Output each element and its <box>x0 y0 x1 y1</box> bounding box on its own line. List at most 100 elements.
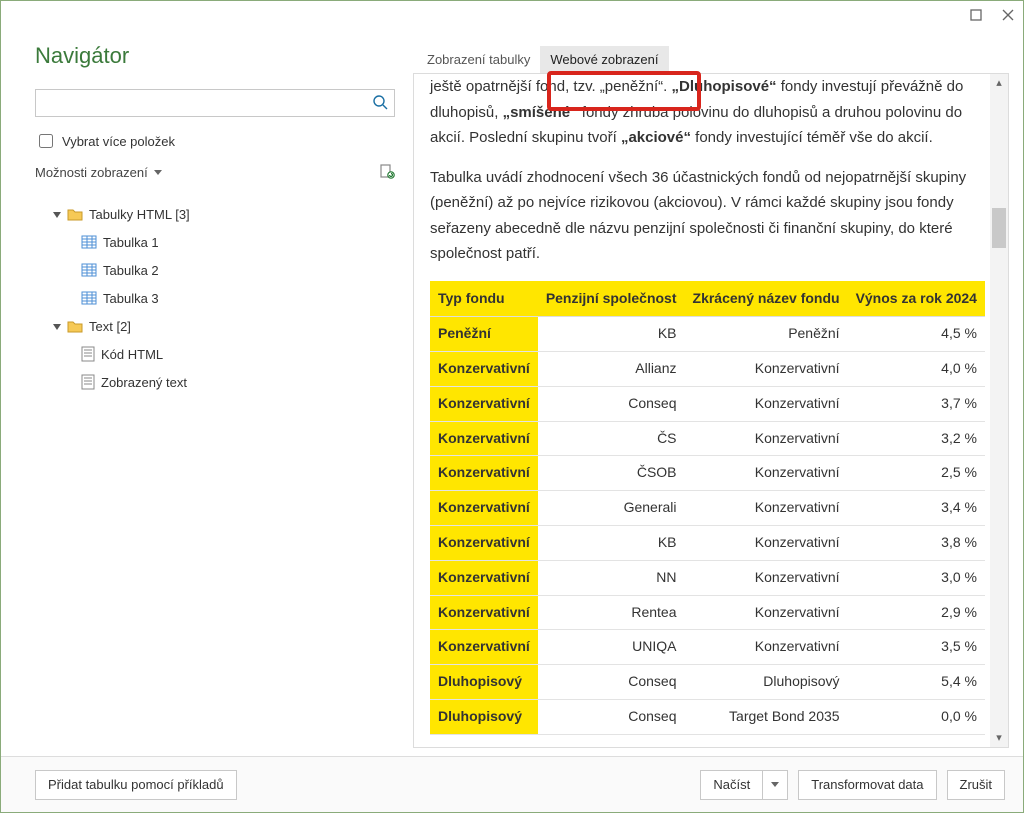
scroll-thumb[interactable] <box>992 208 1006 248</box>
search-input-wrap[interactable] <box>35 89 395 117</box>
tree-group-text[interactable]: Text [2] <box>35 312 395 340</box>
tab-table-view[interactable]: Zobrazení tabulky <box>417 46 540 73</box>
table-row: KonzervativníKBKonzervativní3,8 % <box>430 526 985 561</box>
tree-group-html-tables[interactable]: Tabulky HTML [3] <box>35 200 395 228</box>
table-cell: Dluhopisový <box>430 665 538 700</box>
table-cell: Allianz <box>538 352 685 387</box>
tree-label: Tabulka 3 <box>103 291 159 306</box>
col-zkraceny-nazev: Zkrácený název fondu <box>685 281 848 317</box>
text-bold: „smíšené“ <box>503 104 578 121</box>
navigator-title: Navigátor <box>35 43 395 69</box>
text-fragment: ještě opatrnější fond, tzv. „peněžní“. <box>430 78 672 95</box>
search-input[interactable] <box>44 95 372 112</box>
select-multiple-checkbox[interactable]: Vybrat více položek <box>35 131 395 151</box>
display-options-dropdown[interactable]: Možnosti zobrazení <box>35 165 162 180</box>
table-cell: Konzervativní <box>430 386 538 421</box>
cancel-button[interactable]: Zrušit <box>947 770 1006 800</box>
tab-web-view[interactable]: Webové zobrazení <box>540 46 668 73</box>
button-label: Transformovat data <box>811 777 923 792</box>
table-cell: 4,5 % <box>848 317 985 352</box>
display-options-label: Možnosti zobrazení <box>35 165 148 180</box>
text-bold: „akciové“ <box>621 129 691 146</box>
scroll-track[interactable] <box>990 90 1008 731</box>
table-cell: UNIQA <box>538 630 685 665</box>
vertical-scrollbar[interactable]: ▴ ▾ <box>990 74 1008 747</box>
button-label: Načíst <box>713 777 750 792</box>
table-cell: NN <box>538 560 685 595</box>
document-icon <box>81 346 95 362</box>
scroll-up-icon[interactable]: ▴ <box>996 76 1002 90</box>
table-cell: Konzervativní <box>430 421 538 456</box>
web-preview-content: ještě opatrnější fond, tzv. „peněžní“. „… <box>414 74 990 747</box>
tree-item-table3[interactable]: Tabulka 3 <box>35 284 395 312</box>
table-cell: 5,4 % <box>848 665 985 700</box>
table-cell: Konzervativní <box>685 526 848 561</box>
document-icon <box>81 374 95 390</box>
table-cell: Konzervativní <box>685 595 848 630</box>
table-cell: Konzervativní <box>685 491 848 526</box>
table-cell: ČS <box>538 421 685 456</box>
table-row: KonzervativníGeneraliKonzervativní3,4 % <box>430 491 985 526</box>
select-multiple-label: Vybrat více položek <box>62 134 175 149</box>
tree-label: Tabulka 1 <box>103 235 159 250</box>
table-row: DluhopisovýConseqDluhopisový5,4 % <box>430 665 985 700</box>
table-cell: 3,4 % <box>848 491 985 526</box>
table-cell: Konzervativní <box>430 526 538 561</box>
load-button[interactable]: Načíst <box>700 770 762 800</box>
window-titlebar <box>1 1 1023 29</box>
table-cell: Konzervativní <box>430 352 538 387</box>
load-split-button[interactable]: Načíst <box>700 770 788 800</box>
navigator-tree: Tabulky HTML [3] Tabulka 1 Tabulka 2 <box>35 200 395 396</box>
table-cell: 3,0 % <box>848 560 985 595</box>
table-row: KonzervativníNNKonzervativní3,0 % <box>430 560 985 595</box>
table-row: KonzervativníAllianzKonzervativní4,0 % <box>430 352 985 387</box>
dialog-footer: Přidat tabulku pomocí příkladů Načíst Tr… <box>1 756 1023 812</box>
tree-item-displayed-text[interactable]: Zobrazený text <box>35 368 395 396</box>
table-cell: Peněžní <box>430 317 538 352</box>
scroll-down-icon[interactable]: ▾ <box>996 731 1002 745</box>
tree-item-html-code[interactable]: Kód HTML <box>35 340 395 368</box>
tree-label: Text [2] <box>89 319 131 334</box>
collapse-icon <box>53 212 61 218</box>
add-table-by-examples-button[interactable]: Přidat tabulku pomocí příkladů <box>35 770 237 800</box>
text-bold: „Dluhopisové“ <box>672 78 777 95</box>
window-restore-button[interactable] <box>967 6 985 24</box>
table-cell: Konzervativní <box>685 560 848 595</box>
table-cell: KB <box>538 317 685 352</box>
table-cell: Konzervativní <box>430 456 538 491</box>
col-vynos: Výnos za rok 2024 <box>848 281 985 317</box>
chevron-down-icon <box>154 170 162 175</box>
select-multiple-input[interactable] <box>39 134 53 148</box>
table-icon <box>81 291 97 305</box>
tree-item-table1[interactable]: Tabulka 1 <box>35 228 395 256</box>
table-cell: 3,8 % <box>848 526 985 561</box>
table-cell: Konzervativní <box>685 630 848 665</box>
table-icon <box>81 235 97 249</box>
table-row: PeněžníKBPeněžní4,5 % <box>430 317 985 352</box>
table-row: DluhopisovýConseqTarget Bond 20350,0 % <box>430 700 985 735</box>
table-cell: Target Bond 2035 <box>685 700 848 735</box>
table-cell: 2,5 % <box>848 456 985 491</box>
tree-label: Zobrazený text <box>101 375 187 390</box>
table-cell: Dluhopisový <box>685 665 848 700</box>
table-cell: 3,2 % <box>848 421 985 456</box>
table-cell: Rentea <box>538 595 685 630</box>
load-dropdown-button[interactable] <box>762 770 788 800</box>
tree-item-table2[interactable]: Tabulka 2 <box>35 256 395 284</box>
table-cell: Peněžní <box>685 317 848 352</box>
col-penzijni-spolecnost: Penzijní společnost <box>538 281 685 317</box>
table-cell: Konzervativní <box>430 595 538 630</box>
preview-tabs: Zobrazení tabulky Webové zobrazení <box>413 39 1009 73</box>
table-cell: Conseq <box>538 386 685 421</box>
table-cell: 2,9 % <box>848 595 985 630</box>
window-close-button[interactable] <box>999 6 1017 24</box>
table-cell: ČSOB <box>538 456 685 491</box>
folder-icon <box>67 319 83 333</box>
table-cell: Conseq <box>538 700 685 735</box>
folder-icon <box>67 207 83 221</box>
transform-data-button[interactable]: Transformovat data <box>798 770 936 800</box>
text-fragment: fondy investující téměř vše do akcií. <box>691 129 933 146</box>
table-cell: 3,7 % <box>848 386 985 421</box>
button-label: Zrušit <box>960 777 993 792</box>
refresh-icon[interactable] <box>379 163 395 182</box>
